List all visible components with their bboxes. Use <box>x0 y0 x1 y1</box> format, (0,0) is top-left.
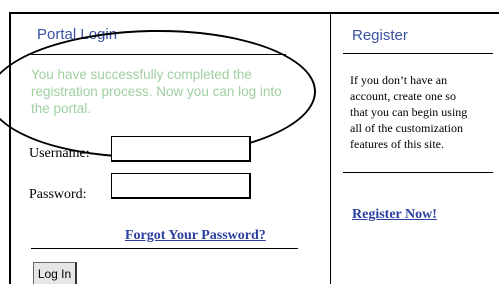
username-label: Username: <box>29 146 90 161</box>
log-in-button[interactable]: Log In <box>33 262 77 284</box>
password-field[interactable] <box>111 173 251 199</box>
column-divider <box>330 12 331 284</box>
password-label: Password: <box>29 187 87 202</box>
register-title: Register <box>352 27 408 44</box>
register-description-line: that you can begin using <box>350 105 468 119</box>
register-now-link[interactable]: Register Now! <box>352 207 437 223</box>
forgot-password-rule <box>31 248 298 249</box>
register-bottom-rule <box>343 172 493 173</box>
register-description-line: features of this site. <box>350 137 444 151</box>
register-title-rule <box>343 53 493 54</box>
register-description-line: account, create one so <box>350 89 456 103</box>
register-description-line: If you don’t have an <box>350 73 448 87</box>
register-description: If you don’t have an account, create one… <box>350 72 490 152</box>
register-description-line: all of the customization <box>350 121 463 135</box>
forgot-password-link[interactable]: Forgot Your Password? <box>125 228 266 244</box>
username-field[interactable] <box>111 136 251 162</box>
